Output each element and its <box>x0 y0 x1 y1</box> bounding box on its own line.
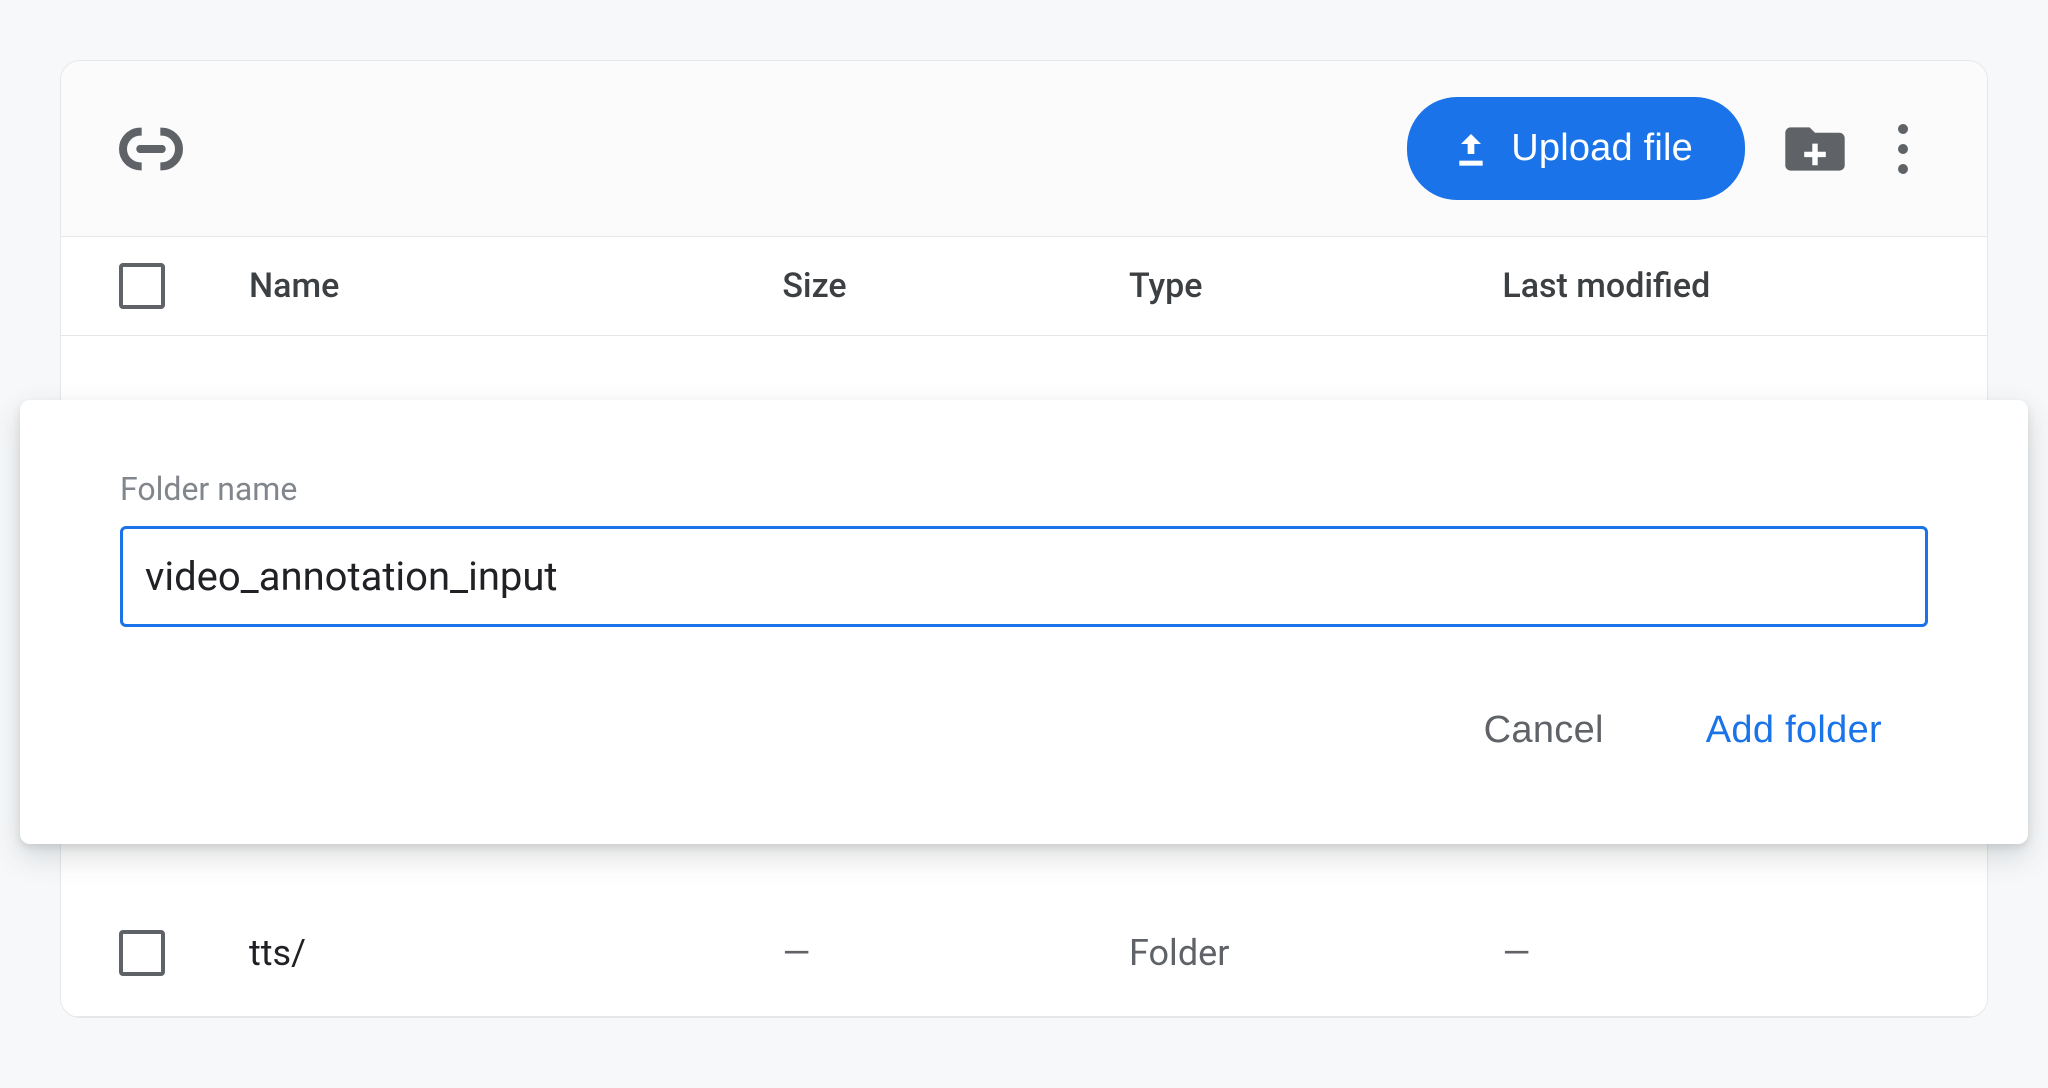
folder-name-label: Folder name <box>120 470 1928 508</box>
upload-file-label: Upload file <box>1511 127 1693 170</box>
cancel-button[interactable]: Cancel <box>1468 697 1620 764</box>
row-size: — <box>782 932 1129 974</box>
toolbar: Upload file <box>61 61 1987 237</box>
row-checkbox[interactable] <box>119 930 165 976</box>
upload-file-button[interactable]: Upload file <box>1407 97 1745 200</box>
column-header-row: Name Size Type Last modified <box>61 237 1987 336</box>
more-vertical-icon <box>1898 124 1908 134</box>
row-name[interactable]: tts/ <box>249 932 782 974</box>
table-row[interactable]: tts/ — Folder — <box>61 890 1987 1017</box>
upload-icon <box>1451 129 1491 169</box>
folder-name-input[interactable] <box>120 526 1928 627</box>
add-folder-button[interactable]: Add folder <box>1690 697 1898 764</box>
row-type: Folder <box>1129 932 1502 974</box>
column-name[interactable]: Name <box>249 266 782 306</box>
add-folder-dialog: Folder name Cancel Add folder <box>20 400 2028 844</box>
column-size[interactable]: Size <box>782 266 1129 306</box>
folder-plus-icon <box>1781 122 1849 176</box>
row-last-modified: — <box>1502 932 1929 974</box>
more-options-button[interactable] <box>1879 114 1927 184</box>
column-type[interactable]: Type <box>1129 266 1502 306</box>
select-all-checkbox[interactable] <box>119 263 165 309</box>
dialog-actions: Cancel Add folder <box>120 697 1928 764</box>
copy-link-icon[interactable] <box>119 125 183 173</box>
column-last-modified[interactable]: Last modified <box>1502 266 1929 306</box>
new-folder-button[interactable] <box>1781 122 1849 176</box>
